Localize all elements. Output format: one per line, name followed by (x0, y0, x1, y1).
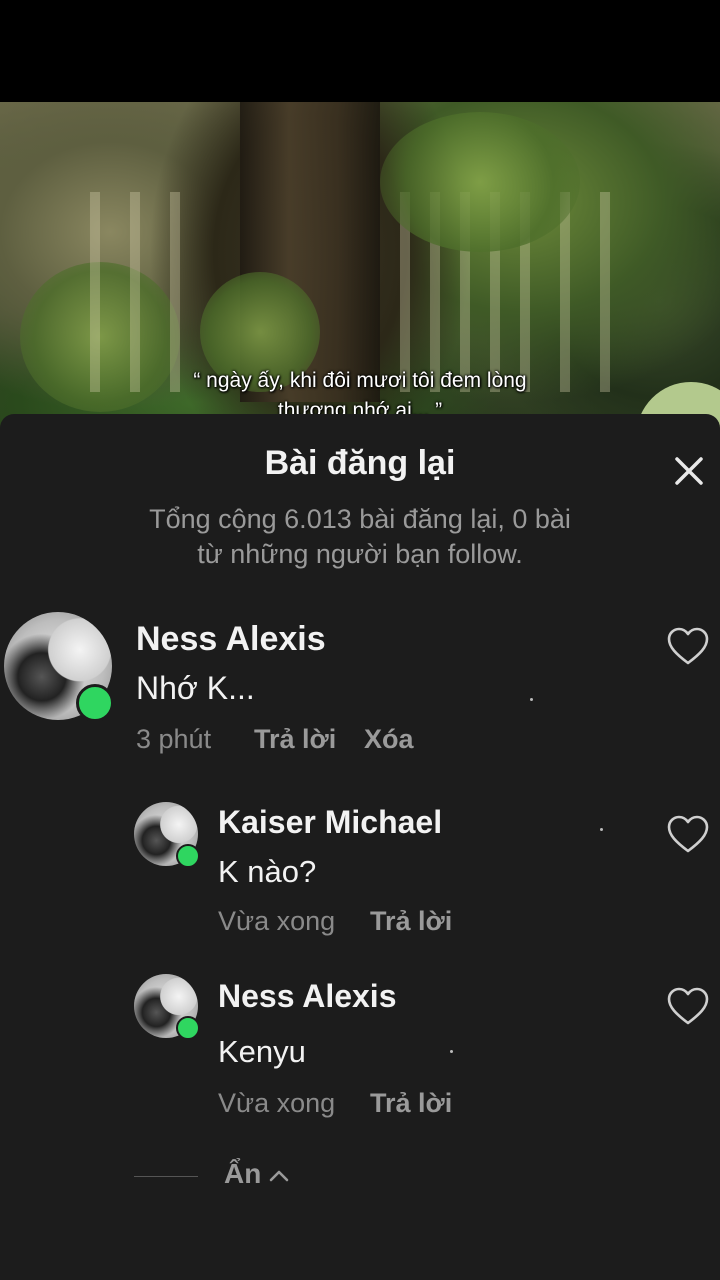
heart-icon[interactable] (666, 814, 710, 854)
comment-author[interactable]: Kaiser Michael (218, 804, 442, 841)
foliage (380, 112, 580, 252)
comment: Ness Alexis Nhớ K... 3 phút Trả lời Xóa (0, 610, 720, 760)
online-status-dot (176, 1016, 200, 1040)
online-status-dot (76, 684, 114, 722)
screen: “ ngày ấy, khi đôi mươi tôi đem lòng thư… (0, 0, 720, 1280)
comment-time: Vừa xong (218, 1088, 336, 1118)
reply-button[interactable]: Trả lời (254, 724, 336, 755)
comment-time: 3 phút (136, 724, 212, 754)
speck (450, 1050, 453, 1053)
subtitle-line-1: Tổng cộng 6.013 bài đăng lại, 0 bài (149, 504, 571, 534)
avatar[interactable] (4, 612, 114, 722)
reply-comment: Ness Alexis Kenyu Vừa xong Trả lời (0, 972, 720, 1118)
comment-author[interactable]: Ness Alexis (218, 978, 396, 1015)
close-icon[interactable] (672, 454, 706, 488)
fence-post (600, 192, 610, 392)
panel-subtitle: Tổng cộng 6.013 bài đăng lại, 0 bài từ n… (90, 502, 630, 572)
fence-post (170, 192, 180, 392)
heart-icon[interactable] (666, 986, 710, 1026)
comment-author[interactable]: Ness Alexis (136, 620, 326, 659)
heart-icon[interactable] (666, 626, 710, 666)
subtitle-line-2: từ những người bạn follow. (197, 539, 523, 569)
hide-replies-button[interactable]: Ẩn (224, 1158, 261, 1190)
reply-button[interactable]: Trả lời (370, 906, 452, 937)
comment-text: Nhớ K... (136, 670, 255, 706)
subtitle-line-1: “ ngày ấy, khi đôi mươi tôi đem lòng (193, 369, 527, 392)
comment-text: K nào? (218, 854, 317, 889)
reply-button[interactable]: Trả lời (370, 1088, 452, 1119)
panel-title: Bài đăng lại (264, 444, 456, 482)
chevron-up-icon[interactable] (268, 1168, 290, 1182)
top-band (0, 0, 720, 102)
delete-button[interactable]: Xóa (364, 724, 414, 755)
comment-time: Vừa xong (218, 906, 336, 936)
reply-comment: Kaiser Michael K nào? Vừa xong Trả lời (0, 800, 720, 936)
fence-post (130, 192, 140, 392)
reposts-panel: Bài đăng lại Tổng cộng 6.013 bài đăng lạ… (0, 414, 720, 1280)
video-player[interactable]: “ ngày ấy, khi đôi mươi tôi đem lòng thư… (0, 102, 720, 432)
avatar[interactable] (134, 802, 200, 868)
divider (134, 1176, 198, 1177)
speck (600, 828, 603, 831)
comment-text: Kenyu (218, 1034, 306, 1069)
online-status-dot (176, 844, 200, 868)
speck (530, 698, 533, 701)
fence-post (90, 192, 100, 392)
avatar[interactable] (134, 974, 200, 1040)
